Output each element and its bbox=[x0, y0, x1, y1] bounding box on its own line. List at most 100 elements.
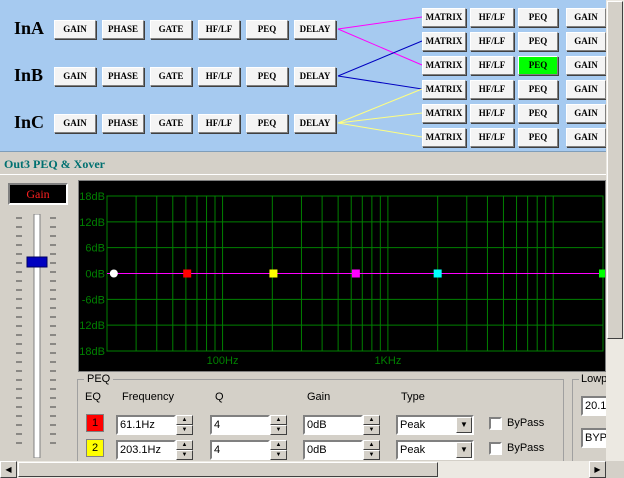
output-0-hflf-button[interactable]: HF/LF bbox=[470, 8, 514, 27]
spin-up-arrow-icon[interactable]: ▲ bbox=[363, 440, 380, 450]
vertical-scroll-thumb[interactable] bbox=[607, 1, 623, 339]
input-1-peq-button[interactable]: PEQ bbox=[246, 67, 288, 86]
peq-band-1-q-spinner[interactable]: ▲ ▼ bbox=[270, 415, 287, 435]
output-0-matrix-button[interactable]: MATRIX bbox=[422, 8, 466, 27]
spin-up-arrow-icon[interactable]: ▲ bbox=[176, 440, 193, 450]
fader-thumb[interactable] bbox=[26, 256, 48, 268]
spin-down-arrow-icon[interactable]: ▼ bbox=[176, 450, 193, 460]
eq-band-handle-0[interactable] bbox=[109, 269, 118, 278]
output-5-gain-button[interactable]: GAIN bbox=[566, 128, 606, 147]
scroll-right-arrow-icon[interactable]: ▶ bbox=[589, 461, 606, 478]
eq-band-handle-4[interactable] bbox=[433, 269, 442, 278]
routing-panel: InA GAIN PHASE GATE HF/LF PEQ DELAY InB GAIN PHAS… bbox=[0, 0, 606, 152]
scroll-left-arrow-icon[interactable]: ◀ bbox=[0, 461, 17, 478]
output-4-matrix-button[interactable]: MATRIX bbox=[422, 104, 466, 123]
peq-band-2-frequency-field[interactable]: 203.1Hz bbox=[116, 440, 176, 460]
input-2-gate-button[interactable]: GATE bbox=[150, 114, 192, 133]
peq-header-type: Type bbox=[401, 391, 425, 403]
input-1-phase-button[interactable]: PHASE bbox=[102, 67, 144, 86]
output-5-peq-button[interactable]: PEQ bbox=[518, 128, 558, 147]
peq-band-2-bypass-checkbox[interactable] bbox=[489, 442, 502, 455]
dropdown-arrow-icon[interactable]: ▼ bbox=[456, 417, 472, 433]
peq-band-1-frequency-field[interactable]: 61.1Hz bbox=[116, 415, 176, 435]
peq-band-2-q-field[interactable]: 4 bbox=[210, 440, 270, 460]
input-2-hflf-button[interactable]: HF/LF bbox=[198, 114, 240, 133]
spin-down-arrow-icon[interactable]: ▼ bbox=[270, 425, 287, 435]
input-0-phase-button[interactable]: PHASE bbox=[102, 20, 144, 39]
output-0-gain-button[interactable]: GAIN bbox=[566, 8, 606, 27]
output-1-matrix-button[interactable]: MATRIX bbox=[422, 32, 466, 51]
spin-down-arrow-icon[interactable]: ▼ bbox=[363, 450, 380, 460]
output-3-peq-button[interactable]: PEQ bbox=[518, 80, 558, 99]
spin-down-arrow-icon[interactable]: ▼ bbox=[176, 425, 193, 435]
peq-band-2-frequency-spinner[interactable]: ▲ ▼ bbox=[176, 440, 193, 460]
output-1-gain-button[interactable]: GAIN bbox=[566, 32, 606, 51]
eq-band-handle-2[interactable] bbox=[269, 269, 278, 278]
graph-ytick-label: 0dB bbox=[85, 269, 105, 281]
peq-band-1-gain-field[interactable]: 0dB bbox=[303, 415, 363, 435]
output-1-peq-button[interactable]: PEQ bbox=[518, 32, 558, 51]
input-0-gate-button[interactable]: GATE bbox=[150, 20, 192, 39]
vertical-scrollbar[interactable] bbox=[606, 0, 624, 461]
graph-ytick-label: -18dB bbox=[79, 346, 105, 358]
output-4-hflf-button[interactable]: HF/LF bbox=[470, 104, 514, 123]
output-3-matrix-button[interactable]: MATRIX bbox=[422, 80, 466, 99]
output-2-gain-button[interactable]: GAIN bbox=[566, 56, 606, 75]
input-1-gate-button[interactable]: GATE bbox=[150, 67, 192, 86]
output-3-gain-button[interactable]: GAIN bbox=[566, 80, 606, 99]
spin-up-arrow-icon[interactable]: ▲ bbox=[363, 415, 380, 425]
spin-up-arrow-icon[interactable]: ▲ bbox=[270, 415, 287, 425]
input-0-hflf-button[interactable]: HF/LF bbox=[198, 20, 240, 39]
input-0-delay-button[interactable]: DELAY bbox=[294, 20, 336, 39]
input-label-2: InC bbox=[14, 112, 45, 132]
section-title: Out3 PEQ & Xover bbox=[4, 157, 105, 171]
peq-band-1-q-field[interactable]: 4 bbox=[210, 415, 270, 435]
output-5-hflf-button[interactable]: HF/LF bbox=[470, 128, 514, 147]
output-4-peq-button[interactable]: PEQ bbox=[518, 104, 558, 123]
input-2-delay-button[interactable]: DELAY bbox=[294, 114, 336, 133]
gain-fader[interactable] bbox=[10, 214, 66, 458]
input-label-0: InA bbox=[14, 18, 45, 38]
input-1-delay-button[interactable]: DELAY bbox=[294, 67, 336, 86]
output-2-hflf-button[interactable]: HF/LF bbox=[470, 56, 514, 75]
input-0-gain-button[interactable]: GAIN bbox=[54, 20, 96, 39]
input-2-peq-button[interactable]: PEQ bbox=[246, 114, 288, 133]
dropdown-arrow-icon[interactable]: ▼ bbox=[456, 442, 472, 458]
eq-graph[interactable]: 18dB 12dB 6dB 0dB -6dB -12dB -18dB 100Hz 1KHz bbox=[78, 180, 606, 372]
eq-band-handle-3[interactable] bbox=[351, 269, 360, 278]
output-5-matrix-button[interactable]: MATRIX bbox=[422, 128, 466, 147]
output-3-hflf-button[interactable]: HF/LF bbox=[470, 80, 514, 99]
output-1-hflf-button[interactable]: HF/LF bbox=[470, 32, 514, 51]
horizontal-scrollbar[interactable]: ◀ ▶ bbox=[0, 461, 606, 478]
input-2-phase-button[interactable]: PHASE bbox=[102, 114, 144, 133]
spin-up-arrow-icon[interactable]: ▲ bbox=[270, 440, 287, 450]
spin-down-arrow-icon[interactable]: ▼ bbox=[363, 425, 380, 435]
peq-band-2-gain-field[interactable]: 0dB bbox=[303, 440, 363, 460]
input-0-peq-button[interactable]: PEQ bbox=[246, 20, 288, 39]
spin-up-arrow-icon[interactable]: ▲ bbox=[176, 415, 193, 425]
graph-ytick-label: 18dB bbox=[79, 191, 105, 203]
output-2-matrix-button[interactable]: MATRIX bbox=[422, 56, 466, 75]
peq-band-1-gain-spinner[interactable]: ▲ ▼ bbox=[363, 415, 380, 435]
peq-band-2-q-spinner[interactable]: ▲ ▼ bbox=[270, 440, 287, 460]
output-2-peq-button[interactable]: PEQ bbox=[518, 56, 558, 75]
eq-graph-canvas[interactable]: 18dB 12dB 6dB 0dB -6dB -12dB -18dB 100Hz 1KHz bbox=[79, 181, 605, 371]
output-4-gain-button[interactable]: GAIN bbox=[566, 104, 606, 123]
peq-band-1-bypass-checkbox[interactable] bbox=[489, 417, 502, 430]
input-1-gain-button[interactable]: GAIN bbox=[54, 67, 96, 86]
fader-track[interactable] bbox=[33, 214, 41, 458]
input-2-gain-button[interactable]: GAIN bbox=[54, 114, 96, 133]
peq-header-frequency: Frequency bbox=[122, 391, 174, 403]
peq-band-2-gain-spinner[interactable]: ▲ ▼ bbox=[363, 440, 380, 460]
horizontal-scroll-thumb[interactable] bbox=[18, 462, 438, 477]
spin-down-arrow-icon[interactable]: ▼ bbox=[270, 450, 287, 460]
eq-band-handle-5[interactable] bbox=[599, 269, 605, 278]
output-0-peq-button[interactable]: PEQ bbox=[518, 8, 558, 27]
peq-group-legend: PEQ bbox=[84, 373, 114, 385]
input-1-hflf-button[interactable]: HF/LF bbox=[198, 67, 240, 86]
peq-band-1-frequency-spinner[interactable]: ▲ ▼ bbox=[176, 415, 193, 435]
peq-band-badge-1: 1 bbox=[86, 414, 104, 432]
eq-band-handle-1[interactable] bbox=[183, 269, 192, 278]
app-window: InA GAIN PHASE GATE HF/LF PEQ DELAY InB GAIN PHAS… bbox=[0, 0, 624, 478]
peq-band-badge-2: 2 bbox=[86, 439, 104, 457]
